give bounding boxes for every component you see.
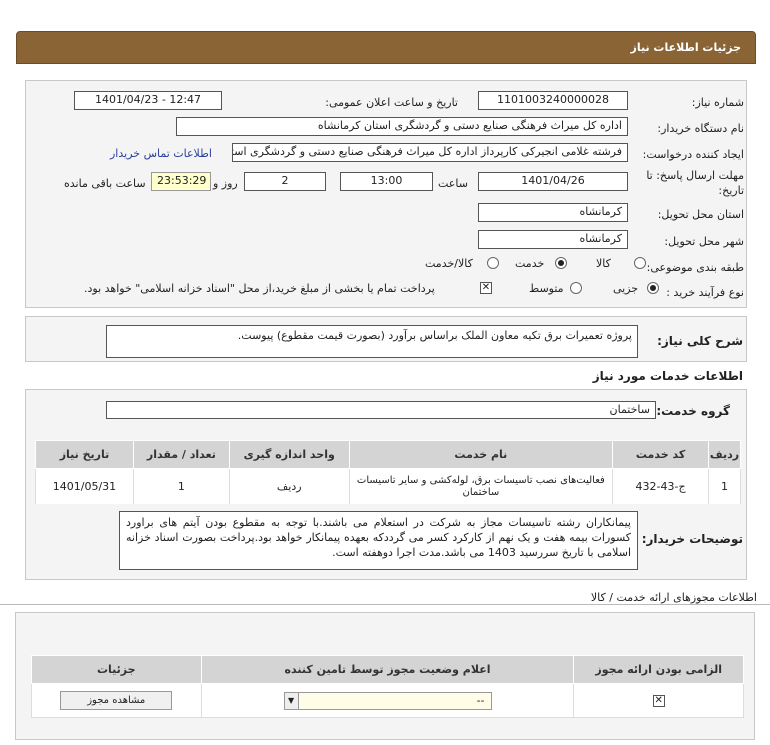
column-header-required: الزامی بودن ارائه مجوز: [573, 655, 744, 684]
category-option-goods-service: کالا/خدمت: [425, 257, 473, 270]
service-group-label: گروه خدمت:: [656, 404, 730, 418]
cell-required: ✕: [573, 683, 744, 718]
cell-unit: ردیف: [228, 468, 350, 505]
services-table: ردیف کد خدمت نام خدمت واحد اندازه گیری ت…: [35, 440, 741, 505]
announce-date-label: تاریخ و ساعت اعلان عمومی:: [325, 96, 458, 109]
services-section-title: اطلاعات خدمات مورد نیاز: [592, 369, 743, 383]
remaining-time-field: 23:53:29: [151, 172, 211, 191]
summary-field[interactable]: پروژه تعمیرات برق تکیه معاون الملک براسا…: [106, 325, 638, 358]
creator-label: ایجاد کننده درخواست:: [642, 148, 744, 161]
permit-status-select[interactable]: ▼ --: [283, 691, 492, 710]
chevron-down-icon: ▼: [284, 692, 299, 709]
column-header-name: نام خدمت: [348, 440, 614, 469]
column-header-qty: تعداد / مقدار: [132, 440, 230, 469]
column-header-unit: واحد اندازه گیری: [228, 440, 350, 469]
column-header-details: جزئیات: [31, 655, 202, 684]
service-group-field[interactable]: ساختمان: [106, 401, 656, 419]
days-remaining-field[interactable]: 2: [244, 172, 326, 191]
category-label: طبقه بندی موضوعی:: [646, 261, 744, 274]
permits-table: الزامی بودن ارائه مجوز اعلام وضعیت مجوز …: [31, 655, 744, 718]
process-option-medium: متوسط: [529, 282, 564, 295]
deadline-date-label: تاریخ:: [718, 184, 744, 197]
process-radio-medium[interactable]: [570, 282, 582, 294]
cell-qty: 1: [132, 468, 230, 505]
permits-section-title: اطلاعات مجوزهای ارائه خدمت / کالا: [590, 591, 757, 604]
remaining-time-label: ساعت باقی مانده: [64, 177, 146, 190]
permits-divider: [0, 604, 770, 605]
info-panel: [25, 80, 747, 308]
summary-label: شرح کلی نیاز:: [657, 334, 743, 348]
days-label: روز و: [213, 177, 238, 190]
deadline-date-field[interactable]: 1401/04/26: [478, 172, 628, 191]
category-option-service: خدمت: [515, 257, 545, 270]
category-radio-goods[interactable]: [634, 257, 646, 269]
province-label: استان محل تحویل:: [657, 208, 744, 221]
buyer-org-label: نام دستگاه خریدار:: [657, 122, 744, 135]
cell-name: فعالیت‌های نصب تاسیسات برق، لوله‌کشی و س…: [348, 468, 614, 505]
process-option-minor: جزیی: [613, 282, 639, 295]
city-label: شهر محل تحویل:: [664, 235, 744, 248]
permit-required-checkbox[interactable]: ✕: [652, 695, 665, 707]
city-field[interactable]: کرمانشاه: [478, 230, 628, 249]
announce-date-field[interactable]: 1401/04/23 - 12:47: [74, 91, 222, 110]
table-row: 1 ج-43-432 فعالیت‌های نصب تاسیسات برق، ل…: [35, 468, 741, 505]
cell-status: ▼ --: [200, 683, 575, 718]
cell-code: ج-43-432: [612, 468, 710, 505]
table-row: ✕ ▼ -- مشاهده مجوز: [31, 683, 744, 718]
page-header: جزئیات اطلاعات نیاز: [16, 31, 756, 64]
buyer-contact-link[interactable]: اطلاعات تماس خریدار: [110, 147, 212, 160]
process-radio-minor[interactable]: [647, 282, 659, 294]
cell-date: 1401/05/31: [35, 468, 134, 505]
column-header-status: اعلام وضعیت مجوز توسط تامین کننده: [200, 655, 575, 684]
category-option-goods: کالا: [596, 257, 611, 270]
need-number-field[interactable]: 1101003240000028: [478, 91, 628, 110]
treasury-payment-checkbox[interactable]: ✕: [480, 282, 492, 294]
deadline-label: مهلت ارسال پاسخ: تا: [646, 169, 744, 182]
process-label: نوع فرآیند خرید :: [666, 286, 744, 299]
deadline-time-field[interactable]: 13:00: [340, 172, 433, 191]
buyer-notes-label: توضیحات خریدار:: [641, 532, 743, 546]
column-header-row: ردیف: [708, 440, 741, 469]
category-radio-goods-service[interactable]: [487, 257, 499, 269]
category-radio-service[interactable]: [555, 257, 567, 269]
creator-field[interactable]: فرشته غلامی انجیرکی کارپرداز اداره کل می…: [232, 143, 628, 162]
buyer-org-field[interactable]: اداره کل میراث فرهنگی صنایع دستی و گردشگ…: [176, 117, 628, 136]
cell-row: 1: [708, 468, 741, 505]
view-permit-button[interactable]: مشاهده مجوز: [60, 691, 173, 710]
cell-details: مشاهده مجوز: [31, 683, 202, 718]
page-title: جزئیات اطلاعات نیاز: [630, 41, 742, 54]
province-field[interactable]: کرمانشاه: [478, 203, 628, 222]
column-header-code: کد خدمت: [612, 440, 710, 469]
deadline-time-label: ساعت: [438, 177, 468, 190]
need-number-label: شماره نیاز:: [691, 96, 744, 109]
treasury-payment-note: پرداخت تمام یا بخشی از مبلغ خرید،از محل …: [84, 282, 435, 295]
column-header-date: تاریخ نیاز: [35, 440, 134, 469]
permit-status-value: --: [476, 693, 485, 707]
buyer-notes-field[interactable]: پیمانکاران رشته تاسیسات مجاز به شرکت در …: [119, 511, 638, 570]
